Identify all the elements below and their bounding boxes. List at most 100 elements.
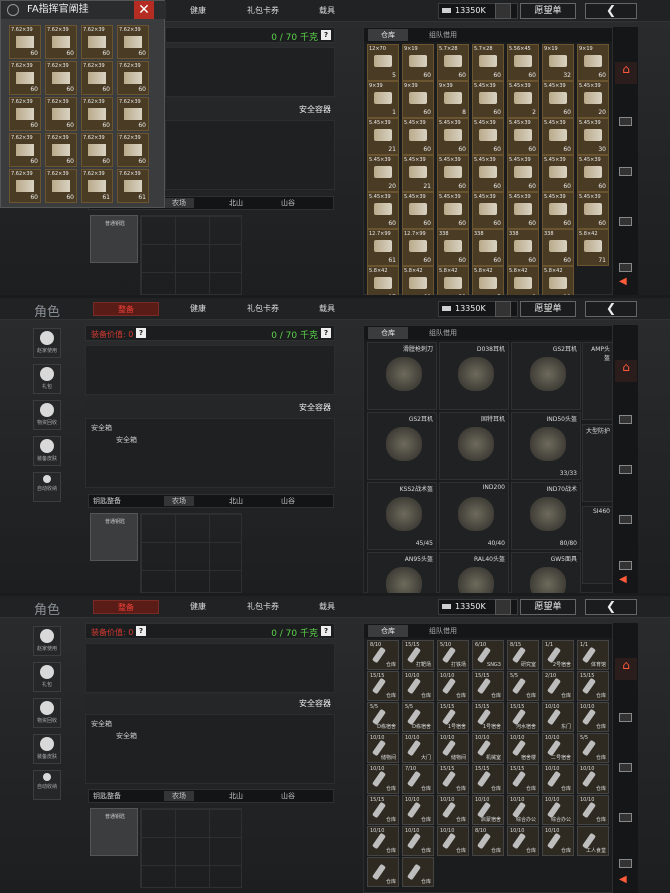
gear-side-cell[interactable]: 大型防护 — [582, 424, 614, 502]
ammo-cell[interactable]: 12.7×99 60 — [402, 229, 434, 266]
key-cell[interactable]: 6/10 SNG3 — [472, 640, 504, 670]
sidebar-item-0[interactable]: 赵家使用 — [33, 328, 61, 358]
tab-health[interactable]: 健康 — [183, 600, 213, 614]
ammo-cell[interactable]: 5.8×42 5 — [472, 266, 504, 295]
key-cell[interactable]: 10/10 仓库 — [542, 764, 574, 794]
key-cell[interactable]: 15/15 仓库 — [577, 671, 609, 701]
gear-slot[interactable] — [85, 643, 335, 693]
ammo-cell[interactable]: 5.45×39 60 — [507, 155, 539, 192]
tab-warehouse[interactable]: 仓库 — [368, 29, 408, 41]
collapse-arrow-icon[interactable]: ◀ — [619, 276, 627, 287]
ammo-cell[interactable]: 5.45×39 60 — [437, 155, 469, 192]
ammo-cell[interactable]: 5.45×39 21 — [402, 155, 434, 192]
profile-button[interactable] — [495, 3, 511, 19]
ammo-cell[interactable]: 5.45×39 60 — [472, 192, 504, 229]
wishlist-button[interactable]: 愿望单 — [520, 599, 576, 615]
key-cell[interactable]: 10/10 综合办公 — [507, 795, 539, 825]
key-cell[interactable]: 15/15 河水宿舍 — [507, 702, 539, 732]
key-cell[interactable]: 10/10 仓库 — [402, 671, 434, 701]
tab-vehicle[interactable]: 载具 — [314, 302, 340, 316]
key-cell[interactable]: 10/10 储物间 — [367, 733, 399, 763]
ammo-cell[interactable]: 5.45×39 60 — [542, 192, 574, 229]
category-chip[interactable] — [619, 713, 632, 722]
back-button[interactable]: ❮ — [585, 301, 637, 317]
key-cell[interactable]: 15/15 1号宿舍 — [437, 702, 469, 732]
sidebar-item-3[interactable]: 装备皮肤 — [33, 734, 61, 764]
ammo-cell[interactable]: 5.45×39 60 — [437, 118, 469, 155]
ammo-cell[interactable]: 5.7×28 60 — [437, 44, 469, 81]
overlay-ammo-cell[interactable]: 7.62×39 60 — [81, 133, 113, 167]
tab-team-borrow[interactable]: 组队借用 — [418, 625, 468, 637]
key-cell[interactable]: 10/10 宿舍楼 — [507, 733, 539, 763]
map-tab-farm[interactable]: 农场 — [164, 198, 194, 208]
tab-team-borrow[interactable]: 组队借用 — [418, 29, 468, 41]
key-cell[interactable]: 10/10 储物间 — [437, 733, 469, 763]
key-cell[interactable]: 10/10 仓库 — [542, 826, 574, 856]
key-cell[interactable]: 10/10 仓库 — [577, 764, 609, 794]
ammo-cell[interactable]: 5.56×45 60 — [507, 44, 539, 81]
overlay-ammo-cell[interactable]: 7.62×39 60 — [81, 61, 113, 95]
overlay-ammo-cell[interactable]: 7.62×39 60 — [45, 133, 77, 167]
ammo-cell[interactable]: 5.45×39 20 — [577, 81, 609, 118]
ammo-cell[interactable]: 9×39 60 — [402, 81, 434, 118]
overlay-ammo-cell[interactable]: 7.62×39 60 — [45, 61, 77, 95]
help-icon[interactable]: ? — [321, 328, 331, 338]
ammo-cell[interactable]: 5.45×39 60 — [402, 192, 434, 229]
key-cell[interactable]: 5/5 D栋宿舍 — [367, 702, 399, 732]
tab-vehicle[interactable]: 载具 — [314, 4, 340, 18]
home-icon[interactable]: ⌂ — [615, 62, 637, 84]
help-icon[interactable]: ? — [136, 626, 146, 636]
key-cell[interactable]: 15/15 仓库 — [367, 795, 399, 825]
gear-side-cell[interactable]: AMP头盔 — [582, 342, 614, 420]
ammo-cell[interactable]: 5.45×39 60 — [402, 118, 434, 155]
key-cell[interactable]: 8/10 仓库 — [472, 826, 504, 856]
map-tab-north[interactable]: 北山 — [229, 791, 243, 801]
map-tab-farm[interactable]: 农场 — [164, 496, 194, 506]
ammo-cell[interactable]: 5.45×39 60 — [367, 192, 399, 229]
key-cell[interactable]: 15/15 仓库 — [507, 764, 539, 794]
overlay-ammo-cell[interactable]: 7.62×39 60 — [45, 25, 77, 59]
category-chip[interactable] — [619, 763, 632, 772]
gear-slot[interactable] — [85, 345, 335, 395]
home-icon[interactable]: ⌂ — [615, 658, 637, 680]
category-chip[interactable] — [619, 415, 632, 424]
gear-cell[interactable]: GS2耳机 — [511, 342, 581, 410]
ammo-cell[interactable]: 5.8×42 17 — [367, 266, 399, 295]
ammo-cell[interactable]: 5.8×42 71 — [577, 229, 609, 266]
overlay-ammo-cell[interactable]: 7.62×39 60 — [81, 25, 113, 59]
wishlist-button[interactable]: 愿望单 — [520, 301, 576, 317]
key-cell[interactable]: 10/10 综合办公 — [542, 795, 574, 825]
key-cell[interactable]: 10/10 仓库 — [367, 764, 399, 794]
ammo-cell[interactable]: 5.8×42 32 — [437, 266, 469, 295]
ammo-cell[interactable]: 12×70 5 — [367, 44, 399, 81]
sidebar-item-4[interactable]: 自动收纳 — [33, 770, 61, 800]
overlay-ammo-cell[interactable]: 7.62×39 60 — [117, 25, 149, 59]
key-cell[interactable]: 工人食堂 — [577, 826, 609, 856]
ammo-cell[interactable]: 9×39 1 — [367, 81, 399, 118]
map-tab-valley[interactable]: 山谷 — [281, 198, 295, 208]
key-cell[interactable]: 8/15 研究室 — [507, 640, 539, 670]
sidebar-item-2[interactable]: 物资回收 — [33, 698, 61, 728]
key-cell[interactable]: 10/10 仓库 — [367, 826, 399, 856]
tab-team-borrow[interactable]: 组队借用 — [418, 327, 468, 339]
back-button[interactable]: ❮ — [585, 599, 637, 615]
ammo-cell[interactable]: 9×39 8 — [437, 81, 469, 118]
gear-cell[interactable]: GW5面具35/35 — [511, 552, 581, 593]
overlay-ammo-cell[interactable]: 7.62×39 60 — [9, 169, 41, 203]
key-card[interactable]: 普通钥匙 — [90, 808, 138, 856]
profile-button[interactable] — [495, 301, 511, 317]
key-cell[interactable]: 10/10 启蒙宿舍 — [472, 795, 504, 825]
key-cell[interactable]: 15/15 仓库 — [472, 764, 504, 794]
category-chip[interactable] — [619, 117, 632, 126]
ammo-cell[interactable]: 5.45×39 60 — [437, 192, 469, 229]
overlay-ammo-cell[interactable]: 7.62×39 60 — [117, 97, 149, 131]
key-setup-button[interactable]: 钥匙整备 — [93, 791, 121, 801]
role-title[interactable]: 角色 — [34, 599, 60, 618]
map-tab-valley[interactable]: 山谷 — [281, 791, 295, 801]
ammo-cell[interactable]: 338 60 — [507, 229, 539, 266]
sidebar-item-0[interactable]: 赵家使用 — [33, 626, 61, 656]
key-cell[interactable]: 仓库 — [402, 857, 434, 887]
safe-slot[interactable]: 安全箱 安全箱 — [85, 418, 335, 488]
sidebar-item-3[interactable]: 装备皮肤 — [33, 436, 61, 466]
key-cell[interactable]: 5/5 D栋宿舍 — [402, 702, 434, 732]
